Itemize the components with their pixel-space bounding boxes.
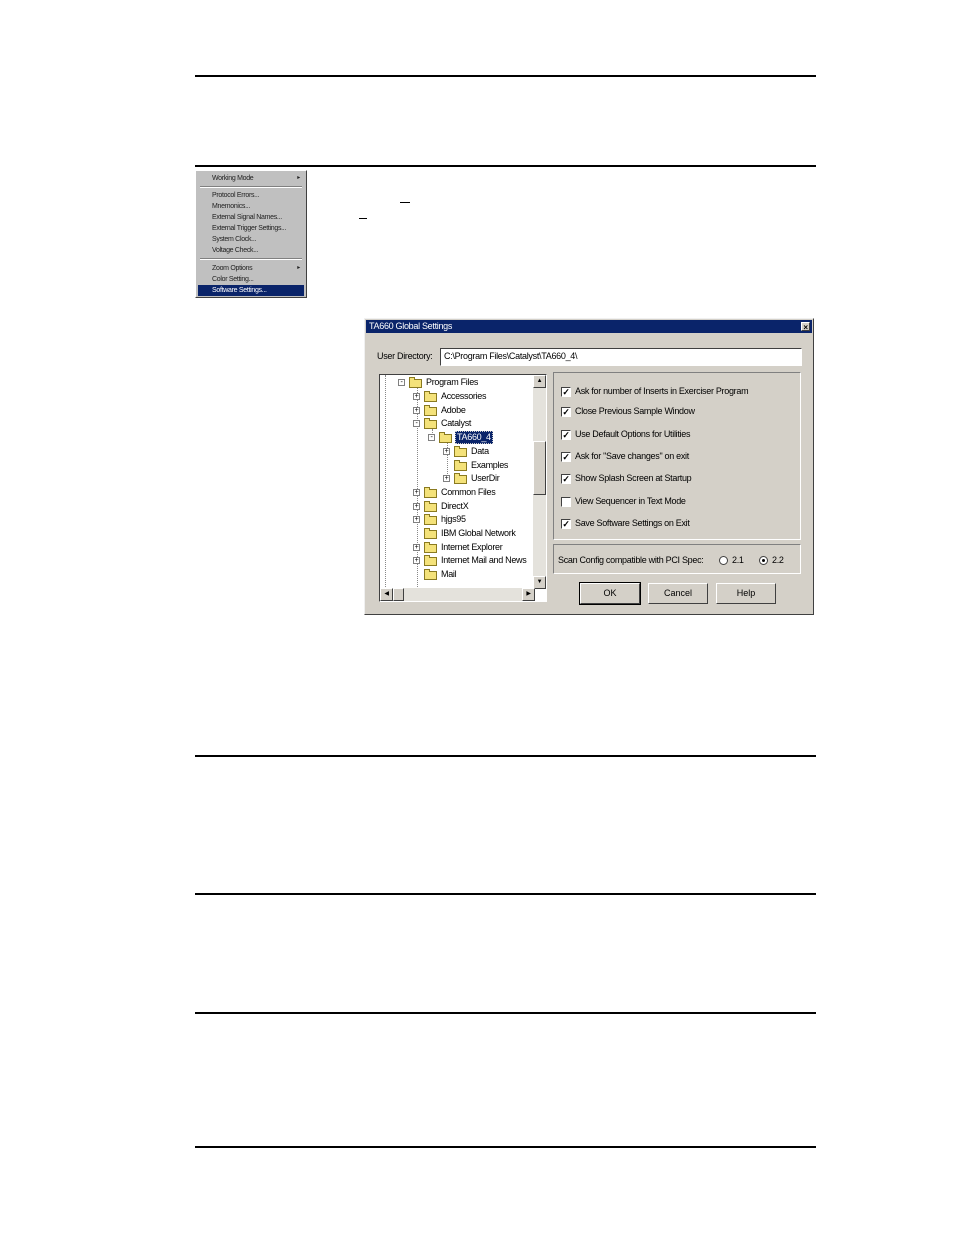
cancel-button[interactable]: Cancel: [648, 583, 708, 604]
folder-icon: [424, 528, 437, 539]
folder-icon: [424, 418, 437, 429]
expand-icon[interactable]: +: [443, 448, 450, 455]
scroll-thumb[interactable]: [393, 588, 404, 601]
expand-icon[interactable]: +: [443, 475, 450, 482]
tree-line: [385, 375, 386, 589]
section-rule: [195, 1012, 816, 1014]
menu-item-protocol-errors[interactable]: Protocol Errors...: [212, 190, 304, 201]
menu-separator: [200, 258, 302, 260]
menu-item-mnemonics[interactable]: Mnemonics...: [212, 201, 304, 212]
dialog-title: TA660 Global Settings: [369, 321, 453, 331]
open-folder-icon: [439, 432, 452, 443]
collapse-icon[interactable]: -: [398, 379, 405, 386]
radio-pci-2-1[interactable]: [719, 556, 728, 565]
folder-icon: [454, 473, 467, 484]
radio-label: 2.2: [772, 555, 784, 565]
collapse-icon[interactable]: -: [413, 420, 420, 427]
folder-icon: [424, 542, 437, 553]
collapse-icon[interactable]: -: [428, 434, 435, 441]
menu-item-zoom-options[interactable]: Zoom Options ▸: [212, 263, 304, 274]
folder-icon: [424, 501, 437, 512]
menu-item-color-setting[interactable]: Color Setting...: [212, 274, 304, 285]
expand-icon[interactable]: +: [413, 503, 420, 510]
expand-icon[interactable]: +: [413, 557, 420, 564]
folder-icon: [424, 569, 437, 580]
menu-item-external-signal-names[interactable]: External Signal Names...: [212, 212, 304, 223]
checkbox[interactable]: ✓: [561, 387, 571, 397]
folder-icon: [424, 555, 437, 566]
pci-spec-label: Scan Config compatible with PCI Spec:: [558, 555, 704, 565]
menu-item-voltage-check[interactable]: Voltage Check...: [212, 245, 304, 256]
checkbox[interactable]: ✓: [561, 474, 571, 484]
expand-icon[interactable]: +: [413, 489, 420, 496]
underline-mark: [359, 218, 367, 219]
expand-icon[interactable]: +: [413, 393, 420, 400]
pci-spec-group: Scan Config compatible with PCI Spec: 2.…: [553, 544, 801, 574]
section-rule: [195, 893, 816, 895]
scroll-right-icon[interactable]: ▶: [522, 588, 535, 601]
folder-icon: [424, 487, 437, 498]
scroll-left-icon[interactable]: ◀: [380, 588, 393, 601]
checkbox[interactable]: ✓: [561, 407, 571, 417]
checkbox[interactable]: ✓: [561, 430, 571, 440]
options-group: ✓ Ask for number of Inserts in Exerciser …: [553, 372, 801, 540]
folder-icon: [424, 514, 437, 525]
menu-separator: [200, 186, 302, 188]
top-rule: [195, 75, 816, 77]
tree-vertical-scrollbar[interactable]: ▲ ▼: [533, 375, 546, 589]
scroll-up-icon[interactable]: ▲: [533, 375, 546, 388]
global-settings-dialog: TA660 Global Settings × User Directory: …: [364, 318, 814, 615]
context-menu: Working Mode ▸ Protocol Errors... Mnemoni…: [195, 170, 307, 298]
expand-icon[interactable]: +: [413, 516, 420, 523]
folder-tree[interactable]: - Program Files + Accessories + Adobe - Cata…: [379, 374, 547, 602]
user-directory-label: User Directory:: [377, 351, 433, 361]
checkbox[interactable]: ✓: [561, 452, 571, 462]
ok-button[interactable]: OK: [579, 582, 641, 605]
section-rule: [195, 165, 816, 167]
expand-icon[interactable]: +: [413, 544, 420, 551]
checkbox[interactable]: ✓: [561, 519, 571, 529]
menu-item-working-mode[interactable]: Working Mode ▸: [212, 173, 304, 184]
submenu-arrow-icon: ▸: [297, 175, 300, 181]
folder-icon: [409, 377, 422, 388]
underline-mark: [400, 202, 410, 203]
submenu-arrow-icon: ▸: [297, 265, 300, 271]
menu-item-system-clock[interactable]: System Clock...: [212, 234, 304, 245]
menu-item-software-settings[interactable]: Software Settings...: [198, 285, 304, 296]
expand-icon[interactable]: +: [413, 407, 420, 414]
radio-pci-2-2[interactable]: [759, 556, 768, 565]
bottom-rule: [195, 1146, 816, 1148]
folder-icon: [454, 446, 467, 457]
tree-horizontal-scrollbar[interactable]: ◀ ▶: [380, 588, 535, 601]
help-button[interactable]: Help: [716, 583, 776, 604]
section-rule: [195, 755, 816, 757]
folder-icon: [424, 405, 437, 416]
dialog-titlebar: TA660 Global Settings ×: [366, 320, 812, 333]
radio-label: 2.1: [732, 555, 744, 565]
scroll-thumb[interactable]: [533, 441, 546, 495]
user-directory-input[interactable]: C:\Program Files\Catalyst\TA660_4\: [440, 348, 802, 366]
menu-item-external-trigger-settings[interactable]: External Trigger Settings...: [212, 223, 304, 234]
folder-icon: [424, 391, 437, 402]
folder-icon: [454, 460, 467, 471]
close-icon[interactable]: ×: [801, 322, 810, 332]
checkbox[interactable]: [561, 497, 571, 507]
